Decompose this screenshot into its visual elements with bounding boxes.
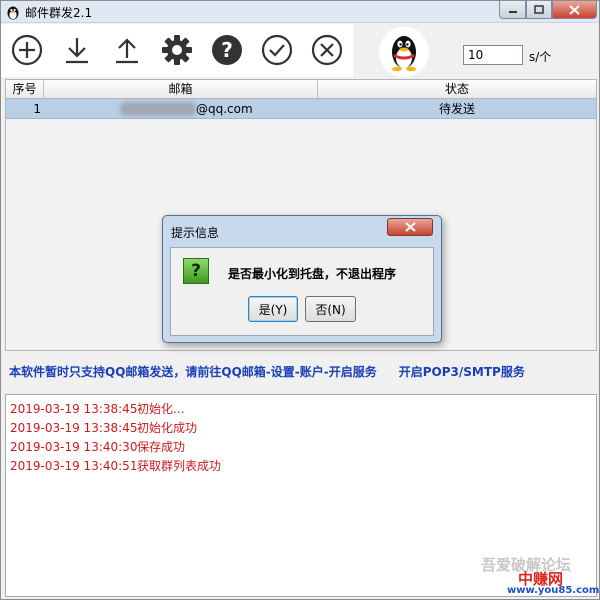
dialog-message: 是否最小化到托盘，不退出程序: [228, 267, 397, 281]
download-button[interactable]: [58, 31, 96, 69]
toolbar: ?: [1, 24, 353, 77]
upload-icon: [116, 38, 138, 64]
confirm-button[interactable]: [258, 31, 296, 69]
window-title: 邮件群发2.1: [25, 6, 93, 20]
log-line: 2019-03-19 13:40:51获取群列表成功: [10, 457, 592, 476]
notice-text-main: 本软件暂时只支持QQ邮箱发送，请前往QQ邮箱-设置-账户-开启服务: [9, 365, 377, 379]
title-bar[interactable]: 邮件群发2.1: [1, 1, 599, 23]
table-row[interactable]: 1 @qq.com 待发送: [6, 99, 596, 119]
cancel-icon: [311, 34, 343, 66]
question-icon: ?: [183, 258, 209, 284]
add-icon: [11, 34, 43, 66]
column-header-email[interactable]: 邮箱: [44, 80, 318, 98]
download-icon: [66, 38, 88, 64]
maximize-icon: [534, 5, 544, 14]
log-time: 2019-03-19 13:40:51: [10, 459, 138, 473]
column-header-index[interactable]: 序号: [6, 80, 44, 98]
notice-text-pop3: 开启POP3/SMTP服务: [398, 365, 525, 379]
minimize-button[interactable]: [499, 1, 526, 19]
add-button[interactable]: [8, 31, 46, 69]
settings-gear-icon: [162, 35, 192, 65]
qq-avatar[interactable]: [379, 27, 429, 77]
redacted-email-prefix: [120, 102, 196, 116]
cell-index: 1: [33, 102, 41, 116]
log-time: 2019-03-19 13:38:45: [10, 402, 138, 416]
cell-status: 待发送: [438, 102, 475, 116]
close-icon: [404, 222, 416, 232]
log-message: 初始化成功: [137, 421, 198, 435]
cancel-button[interactable]: [308, 31, 346, 69]
dialog-body: ? 是否最小化到托盘，不退出程序 是(Y) 否(N): [170, 247, 434, 336]
dialog-close-button[interactable]: [387, 218, 433, 236]
log-time: 2019-03-19 13:40:30: [10, 440, 138, 454]
minimize-icon: [508, 10, 517, 13]
log-line: 2019-03-19 13:38:45初始化...: [10, 400, 592, 419]
column-header-status[interactable]: 状态: [318, 80, 596, 98]
svg-text:?: ?: [221, 38, 233, 62]
log-message: 初始化...: [137, 402, 185, 416]
main-window: 邮件群发2.1 ? 10 s/个 序号 邮箱 状态 1 @qq.com 待发送 …: [0, 0, 600, 600]
dialog-title: 提示信息: [171, 226, 220, 240]
yes-button[interactable]: 是(Y): [248, 296, 298, 322]
close-button[interactable]: [552, 1, 597, 19]
log-message: 保存成功: [137, 440, 186, 454]
log-line: 2019-03-19 13:38:45初始化成功: [10, 419, 592, 438]
notice-text: 本软件暂时只支持QQ邮箱发送，请前往QQ邮箱-设置-账户-开启服务 开启POP3/…: [9, 363, 525, 380]
interval-input[interactable]: [463, 45, 523, 65]
no-button[interactable]: 否(N): [305, 296, 356, 322]
log-line: 2019-03-19 13:40:30保存成功: [10, 438, 592, 457]
qq-penguin-icon: [7, 6, 19, 20]
log-time: 2019-03-19 13:38:45: [10, 421, 138, 435]
cell-email: @qq.com: [196, 102, 253, 116]
log-message: 获取群列表成功: [137, 459, 222, 473]
interval-unit-label: s/个: [529, 50, 552, 64]
check-icon: [261, 34, 293, 66]
watermark-url: www.you85.com: [507, 585, 600, 596]
upload-button[interactable]: [108, 31, 146, 69]
maximize-button[interactable]: [526, 1, 552, 19]
confirm-dialog: 提示信息 ? 是否最小化到托盘，不退出程序 是(Y) 否(N): [162, 215, 442, 343]
settings-button[interactable]: [158, 31, 196, 69]
table-header: 序号 邮箱 状态: [6, 80, 596, 99]
close-icon: [569, 4, 580, 15]
help-icon: ?: [212, 35, 242, 65]
qq-penguin-icon: [392, 36, 416, 72]
help-button[interactable]: ?: [208, 31, 246, 69]
